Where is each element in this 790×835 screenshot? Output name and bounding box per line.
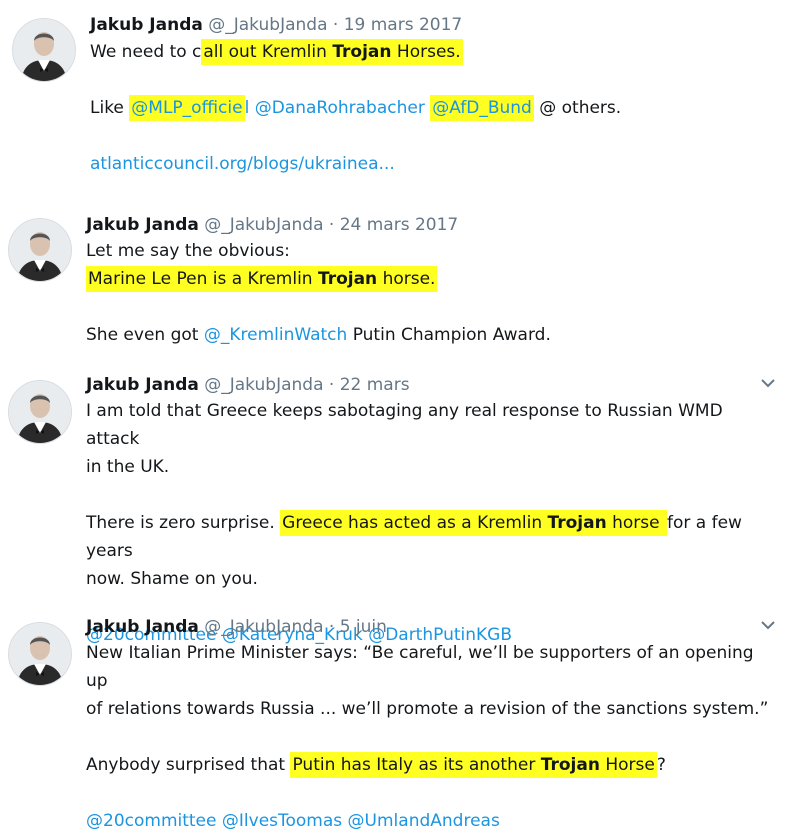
text-segment: ? <box>656 755 666 775</box>
text-segment: She even got <box>86 325 204 345</box>
text-segment: There is zero surprise. <box>86 513 281 533</box>
tweet-text: Let me say the obvious: Marine Le Pen is… <box>86 237 780 349</box>
tweet-text: We need to c all out Kremlin Trojan Horse… <box>90 38 780 178</box>
highlight-text: Greece has acted as a Kremlin <box>282 513 548 533</box>
profile-photo-icon <box>9 623 71 685</box>
mention-link-tail[interactable]: l <box>245 98 250 118</box>
avatar[interactable] <box>8 622 72 686</box>
avatar[interactable] <box>8 218 72 282</box>
highlight-segment: Putin has Italy as its another Trojan Ho… <box>290 752 657 778</box>
highlight-text: Horse <box>599 755 655 775</box>
author-name[interactable]: Jakub Janda <box>90 15 203 35</box>
text-line: now. Shame on you. <box>86 569 258 589</box>
highlight-text: all out Kremlin <box>203 42 333 62</box>
tweet-date[interactable]: · 5 juin <box>329 617 387 637</box>
mention-link[interactable]: @MLP_officie <box>129 95 245 121</box>
profile-photo-icon <box>13 19 75 81</box>
author-name[interactable]: Jakub Janda <box>86 617 199 637</box>
text-segment: @ others. <box>533 98 622 118</box>
tweet-header: Jakub Janda @_JakubJanda · 5 juin <box>86 616 780 638</box>
tweet-date[interactable]: · 24 mars 2017 <box>329 215 458 235</box>
highlight-text: Horses. <box>391 42 461 62</box>
highlight-text: Marine Le Pen is a Kremlin <box>88 269 318 289</box>
mention-link[interactable]: @UmlandAndreas <box>348 811 500 831</box>
tweet-date[interactable]: · 22 mars <box>329 375 410 395</box>
text-line: Let me say the obvious: <box>86 241 290 261</box>
chevron-down-icon[interactable] <box>760 376 776 390</box>
highlight-text: horse. <box>377 269 436 289</box>
profile-photo-icon <box>9 219 71 281</box>
chevron-down-icon[interactable] <box>760 618 776 632</box>
mention-link[interactable]: @_KremlinWatch <box>204 325 347 345</box>
mention-link[interactable]: @IlvesToomas <box>222 811 342 831</box>
avatar[interactable] <box>8 380 72 444</box>
text-segment: Anybody surprised that <box>86 755 291 775</box>
highlight-bold: Trojan <box>332 42 392 62</box>
text-line: of relations towards Russia ... we’ll pr… <box>86 699 769 719</box>
author-handle[interactable]: @_JakubJanda <box>204 215 323 235</box>
tweet-header: Jakub Janda @_JakubJanda · 22 mars <box>86 374 780 396</box>
avatar[interactable] <box>12 18 76 82</box>
highlight-bold: Trojan <box>547 513 607 533</box>
text-line: in the UK. <box>86 457 170 477</box>
author-handle[interactable]: @_JakubJanda <box>204 375 323 395</box>
mention-link[interactable]: @AfD_Bund <box>430 95 534 121</box>
mention-part: @MLP_officie <box>131 98 243 118</box>
tweet-header: Jakub Janda @_JakubJanda · 24 mars 2017 <box>86 214 780 236</box>
author-handle[interactable]: @_JakubJanda <box>208 15 327 35</box>
text-segment: Putin Champion Award. <box>347 325 551 345</box>
text-segment: Like <box>90 98 130 118</box>
highlight-bold: Trojan <box>317 269 378 289</box>
tweet-date[interactable]: · 19 mars 2017 <box>333 15 462 35</box>
tweet-text: New Italian Prime Minister says: “Be car… <box>86 639 780 835</box>
highlight-text: horse <box>606 513 665 533</box>
highlight-segment: Greece has acted as a Kremlin Trojan hor… <box>280 510 667 536</box>
tweet-header: Jakub Janda @_JakubJanda · 19 mars 2017 <box>90 14 780 36</box>
mention-link[interactable]: @DanaRohrabacher <box>255 98 425 118</box>
author-name[interactable]: Jakub Janda <box>86 215 199 235</box>
highlight-segment: all out Kremlin Trojan Horses. <box>201 39 463 65</box>
profile-photo-icon <box>9 381 71 443</box>
highlight-text: Putin has Italy as its another <box>292 755 541 775</box>
text-line: New Italian Prime Minister says: “Be car… <box>86 643 754 691</box>
text-segment: We need to c <box>90 42 202 62</box>
highlight-segment: Marine Le Pen is a Kremlin Trojan horse. <box>86 266 438 292</box>
author-name[interactable]: Jakub Janda <box>86 375 199 395</box>
highlight-bold: Trojan <box>540 755 600 775</box>
mention-link[interactable]: @20committee <box>86 811 216 831</box>
tweet-text: I am told that Greece keeps sabotaging a… <box>86 397 780 649</box>
url-link[interactable]: atlanticcouncil.org/blogs/ukrainea... <box>90 154 395 174</box>
text-line: I am told that Greece keeps sabotaging a… <box>86 401 723 449</box>
author-handle[interactable]: @_JakubJanda <box>204 617 323 637</box>
